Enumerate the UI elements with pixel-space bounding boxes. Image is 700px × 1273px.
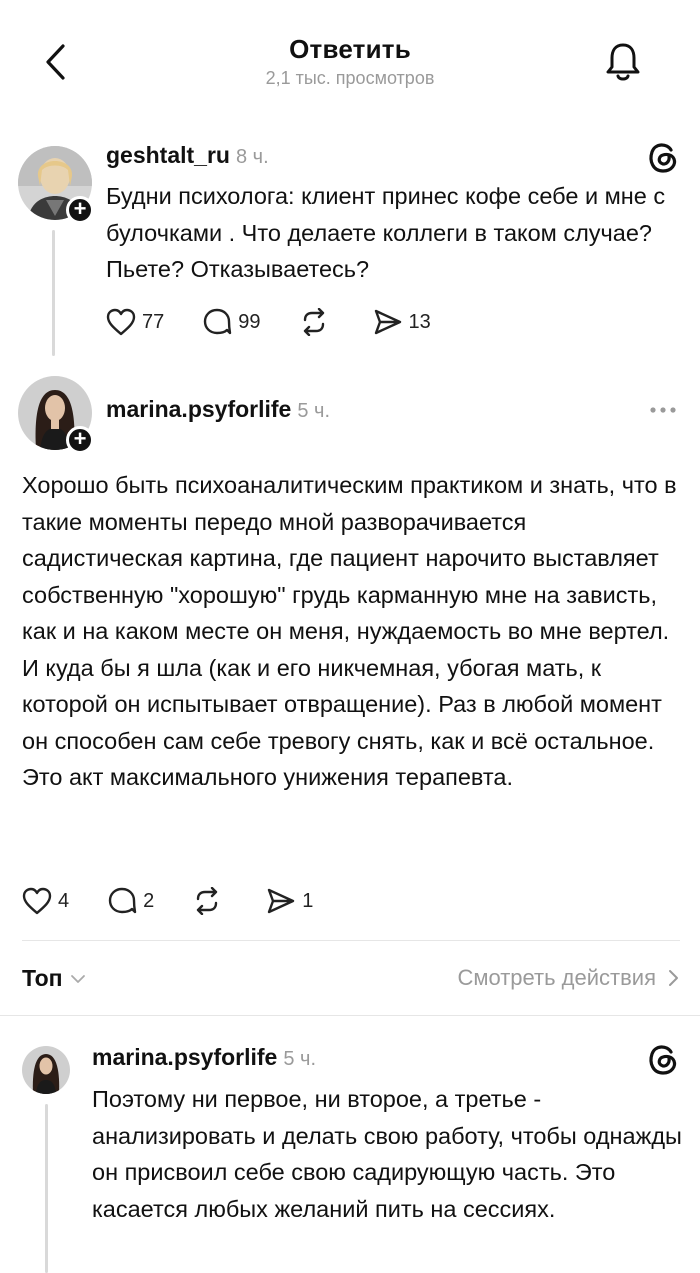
view-activity-label: Смотреть действия bbox=[457, 965, 656, 990]
repost-button[interactable] bbox=[192, 887, 228, 915]
chevron-right-icon bbox=[669, 970, 678, 986]
sort-dropdown[interactable]: Топ bbox=[22, 965, 87, 992]
threads-logo-icon bbox=[646, 1042, 680, 1081]
like-button[interactable]: 4 bbox=[22, 887, 69, 915]
threads-logo-icon bbox=[646, 140, 680, 179]
divider bbox=[0, 1015, 700, 1016]
more-button[interactable] bbox=[648, 402, 678, 418]
share-button[interactable]: 13 bbox=[373, 308, 431, 336]
bell-icon bbox=[606, 43, 640, 81]
comment-icon bbox=[204, 308, 232, 335]
more-dots-icon bbox=[650, 407, 676, 413]
username[interactable]: geshtalt_ru bbox=[106, 142, 230, 168]
views-count: 2,1 тыс. просмотров bbox=[265, 68, 435, 88]
comment-icon bbox=[108, 887, 137, 914]
like-count: 77 bbox=[142, 310, 165, 333]
repost-icon bbox=[303, 308, 324, 336]
comment-button[interactable]: 99 bbox=[202, 308, 261, 336]
like-count: 4 bbox=[58, 889, 70, 912]
thread-line bbox=[45, 1104, 48, 1273]
post-time: 5 ч. bbox=[297, 400, 330, 422]
post-text: Хорошо быть психоаналитическим практиком… bbox=[22, 472, 677, 790]
thread-line bbox=[52, 230, 55, 356]
repost-icon bbox=[197, 887, 218, 915]
comment-button[interactable]: 2 bbox=[107, 887, 154, 915]
username[interactable]: marina.psyforlife bbox=[106, 396, 291, 422]
share-button[interactable]: 1 bbox=[266, 887, 313, 915]
post-time: 5 ч. bbox=[283, 1048, 316, 1070]
repost-button[interactable] bbox=[299, 308, 335, 336]
follow-button[interactable]: + bbox=[66, 196, 94, 224]
heart-icon bbox=[22, 887, 52, 915]
heart-icon bbox=[106, 308, 136, 336]
view-activity-link[interactable]: Смотреть действия bbox=[400, 965, 680, 991]
comment-text: Поэтому ни первое, ни второе, а третье -… bbox=[92, 1086, 682, 1222]
post-actions: 77 99 13 bbox=[106, 306, 469, 338]
comment-count: 2 bbox=[143, 889, 155, 912]
post-actions: 4 2 1 bbox=[22, 885, 351, 917]
share-count: 13 bbox=[408, 310, 431, 333]
avatar[interactable] bbox=[22, 1046, 70, 1094]
follow-button[interactable]: + bbox=[66, 426, 94, 454]
share-count: 1 bbox=[302, 889, 314, 912]
post-header: marina.psyforlife 5 ч. bbox=[106, 396, 330, 423]
notifications-button[interactable] bbox=[604, 40, 642, 84]
send-icon bbox=[268, 888, 295, 914]
like-button[interactable]: 77 bbox=[106, 308, 164, 336]
username[interactable]: marina.psyforlife bbox=[92, 1044, 277, 1070]
page-title: Ответить bbox=[289, 34, 411, 64]
sort-label: Топ bbox=[22, 965, 63, 991]
chevron-down-icon bbox=[70, 974, 85, 983]
divider bbox=[22, 940, 680, 941]
post-time: 8 ч. bbox=[235, 146, 269, 168]
comment-count: 99 bbox=[238, 310, 261, 333]
send-icon bbox=[374, 309, 401, 335]
post-header: marina.psyforlife 5 ч. bbox=[92, 1044, 316, 1071]
post-text: Будни психолога: клиент принес кофе себе… bbox=[106, 183, 666, 282]
post-header: geshtalt_ru 8 ч. bbox=[106, 142, 269, 169]
